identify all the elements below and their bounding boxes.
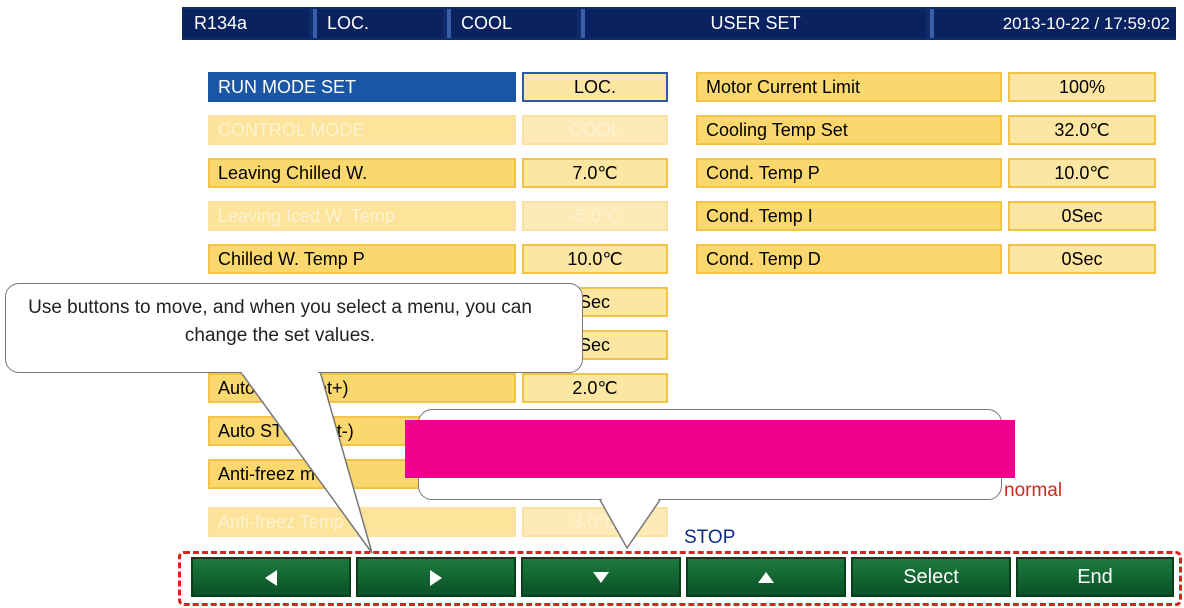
- setting-value: COOL: [522, 115, 668, 145]
- setting-value[interactable]: LOC.: [522, 72, 668, 102]
- move-left-button[interactable]: [191, 557, 351, 597]
- setting-value[interactable]: 0Sec: [1008, 244, 1156, 274]
- down-arrow-icon: [593, 572, 609, 584]
- callout-seam-2: [602, 497, 658, 502]
- setting-value[interactable]: 2.0℃: [522, 373, 668, 403]
- setting-value: -5.0℃: [522, 201, 668, 231]
- setting-value[interactable]: 32.0℃: [1008, 115, 1156, 145]
- setting-label: Cond. Temp I: [696, 201, 1002, 231]
- setting-label: Leaving Chilled W.: [208, 158, 516, 188]
- setting-label: CONTROL MODE: [208, 115, 516, 145]
- status-bar: R134a LOC. COOL USER SET 2013-10-22 / 17…: [182, 7, 1176, 40]
- setting-value: 3.0℃: [522, 507, 668, 537]
- select-button[interactable]: Select: [851, 557, 1011, 597]
- setting-value[interactable]: 100%: [1008, 72, 1156, 102]
- callout-seam: [242, 370, 318, 374]
- setting-label: Cond. Temp D: [696, 244, 1002, 274]
- screen-title: USER SET: [581, 9, 926, 38]
- move-down-button[interactable]: [521, 557, 681, 597]
- setting-value[interactable]: 7.0℃: [522, 158, 668, 188]
- end-button[interactable]: End: [1016, 557, 1174, 597]
- setting-label: Auto RUN(Set+): [208, 373, 516, 403]
- help-callout: Use buttons to move, and when you select…: [5, 283, 583, 373]
- setting-value[interactable]: 0Sec: [1008, 201, 1156, 231]
- setting-label: Motor Current Limit: [696, 72, 1002, 102]
- setting-label: Cond. Temp P: [696, 158, 1002, 188]
- setting-label: Leaving Iced W. Temp: [208, 201, 516, 231]
- refrigerant-label: R134a: [182, 9, 309, 38]
- datetime-label: 2013-10-22 / 17:59:02: [930, 9, 1176, 38]
- setting-label: Chilled W. Temp P: [208, 244, 516, 274]
- right-arrow-icon: [430, 569, 442, 586]
- mode-label: COOL: [447, 9, 577, 38]
- left-arrow-icon: [265, 569, 277, 586]
- setting-label: RUN MODE SET: [208, 72, 516, 102]
- status-stop-text: STOP: [684, 527, 736, 548]
- up-arrow-icon: [758, 572, 774, 584]
- setting-label: Anti-freez Temp: [208, 507, 516, 537]
- move-up-button[interactable]: [686, 557, 846, 597]
- help-callout-text: Use buttons to move, and when you select…: [28, 297, 532, 346]
- setting-value[interactable]: 10.0℃: [1008, 158, 1156, 188]
- location-label: LOC.: [313, 9, 443, 38]
- redaction-box: [405, 420, 1015, 478]
- setting-value[interactable]: 10.0℃: [522, 244, 668, 274]
- move-right-button[interactable]: [356, 557, 516, 597]
- status-normal-text: normal: [1004, 480, 1063, 501]
- setting-label: Cooling Temp Set: [696, 115, 1002, 145]
